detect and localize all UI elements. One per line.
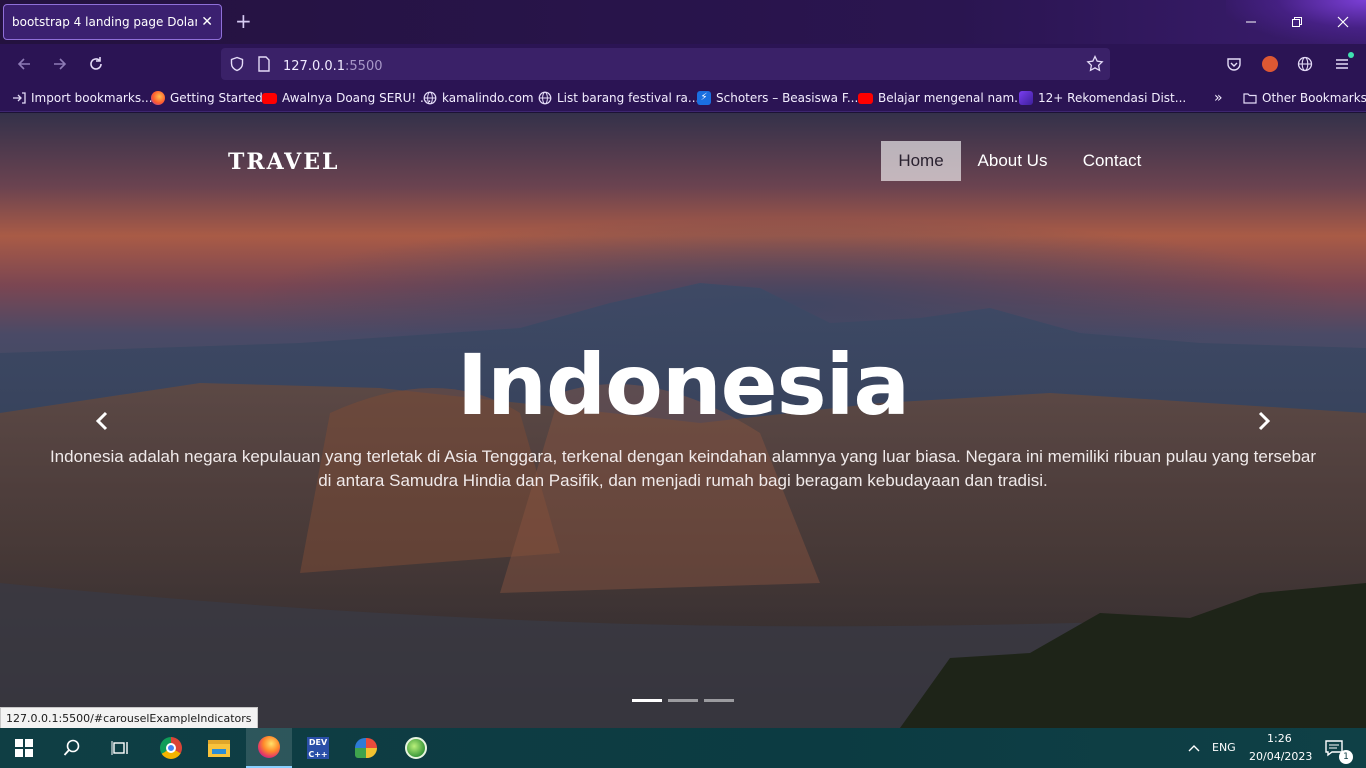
bookmark-label: Schoters – Beasiswa F... (716, 91, 859, 105)
bookmark-import[interactable]: Import bookmarks... (12, 89, 153, 107)
globe-extension-icon[interactable] (1293, 52, 1317, 76)
url-host: 127.0.0.1 (283, 58, 346, 74)
url-text[interactable]: 127.0.0.1:5500 (283, 55, 383, 74)
taskbar-devc[interactable]: DEV C++ (296, 728, 340, 768)
carousel-indicator-1[interactable] (632, 699, 662, 702)
show-hidden-icons-button[interactable] (1183, 728, 1205, 768)
app-icon (405, 737, 427, 759)
chevron-up-icon (1188, 745, 1200, 752)
link-status-bar: 127.0.0.1:5500/#carouselExampleIndicator… (0, 707, 258, 729)
taskbar-paint[interactable] (344, 728, 388, 768)
firefox-icon (258, 736, 280, 758)
youtube-icon (262, 92, 277, 104)
bookmark-label: Import bookmarks... (31, 91, 153, 105)
forward-button[interactable] (48, 52, 72, 76)
taskbar-app[interactable] (394, 728, 438, 768)
hero-description-line-2: di antara Samudra Hindia dan Pasifik, da… (318, 471, 1048, 490)
search-icon (63, 739, 80, 756)
chevron-double-right-icon: » (1214, 90, 1223, 106)
back-arrow-icon (17, 58, 30, 70)
schoters-icon: ⚡ (697, 91, 711, 105)
bookmark-label: List barang festival ra... (557, 91, 700, 105)
devc-icon: DEV C++ (307, 737, 329, 759)
firefox-icon (151, 91, 165, 105)
taskbar-search-button[interactable] (50, 728, 94, 768)
site-icon (1019, 91, 1033, 105)
brand-logo[interactable]: TRAVEL (228, 149, 339, 175)
notification-badge: 1 (1339, 750, 1353, 764)
minimize-icon (1246, 21, 1256, 23)
start-button[interactable] (2, 728, 46, 768)
address-bar[interactable]: 127.0.0.1:5500 (221, 48, 1110, 80)
taskbar-chrome[interactable] (149, 728, 193, 768)
reload-button[interactable] (84, 52, 108, 76)
minimize-button[interactable] (1228, 0, 1274, 44)
windows-start-icon (15, 739, 33, 757)
tab-close-icon[interactable]: ✕ (201, 14, 213, 30)
file-explorer-icon (208, 739, 230, 757)
nav-about-us[interactable]: About Us (966, 141, 1059, 181)
menu-icon[interactable] (1330, 52, 1354, 76)
other-bookmarks[interactable]: Other Bookmarks (1243, 89, 1366, 107)
nav-contact[interactable]: Contact (1067, 141, 1157, 181)
restore-icon (1292, 17, 1302, 27)
url-port: :5500 (345, 58, 383, 74)
hero-headline: Indonesia (456, 336, 910, 434)
bookmark-kamalindo[interactable]: kamalindo.com (423, 89, 534, 107)
bookmark-star-icon[interactable] (1086, 54, 1104, 73)
hero-carousel: TRAVEL Home About Us Contact Indonesia I… (0, 113, 1366, 728)
taskbar-firefox[interactable] (246, 728, 292, 768)
bookmark-list-barang[interactable]: List barang festival ra... (538, 89, 699, 107)
restore-button[interactable] (1274, 0, 1320, 44)
carousel-indicator-3[interactable] (704, 699, 734, 702)
folder-icon (1243, 91, 1257, 105)
youtube-icon (858, 92, 873, 104)
close-icon (1337, 16, 1349, 28)
forward-arrow-icon (54, 58, 67, 70)
bookmarks-overflow-button[interactable]: » (1214, 89, 1223, 107)
hero-description-line-1: Indonesia adalah negara kepulauan yang t… (49, 447, 1317, 466)
clock-date[interactable]: 20/04/2023 (1249, 750, 1312, 763)
bookmark-getting-started[interactable]: Getting Started (151, 89, 263, 107)
bookmark-youtube-2[interactable]: Belajar mengenal nam... (858, 89, 1026, 107)
task-view-icon (111, 741, 128, 755)
back-button[interactable] (12, 52, 36, 76)
windows-taskbar: DEV C++ ENG 1:26 20/04/2023 1 (0, 728, 1366, 768)
hero-description: Indonesia adalah negara kepulauan yang t… (0, 445, 1366, 493)
duckduckgo-extension-icon[interactable] (1258, 52, 1282, 76)
bookmarks-toolbar: Import bookmarks... Getting Started Awal… (0, 84, 1366, 112)
language-indicator[interactable]: ENG (1212, 741, 1236, 754)
taskbar-file-explorer[interactable] (197, 728, 241, 768)
globe-icon (423, 91, 437, 105)
tab-strip: bootstrap 4 landing page Dolan Yuk ✕ + (0, 0, 1366, 44)
bookmark-label: kamalindo.com (442, 91, 534, 105)
paint-icon (355, 738, 377, 758)
page-icon[interactable] (257, 56, 271, 72)
other-bookmarks-label: Other Bookmarks (1262, 91, 1366, 105)
new-tab-button[interactable]: + (235, 10, 252, 32)
tab-title: bootstrap 4 landing page Dolan Yuk (12, 15, 197, 29)
navigation-toolbar: 127.0.0.1:5500 (0, 44, 1366, 84)
action-center-button[interactable]: 1 (1314, 728, 1354, 768)
nav-home[interactable]: Home (881, 141, 961, 181)
reload-icon (90, 57, 102, 70)
bookmark-youtube-1[interactable]: Awalnya Doang SERU! ... (262, 89, 431, 107)
bookmark-schoters[interactable]: ⚡ Schoters – Beasiswa F... (697, 89, 858, 107)
bookmark-label: Awalnya Doang SERU! ... (282, 91, 432, 105)
bookmark-label: Belajar mengenal nam... (878, 91, 1026, 105)
bookmark-label: 12+ Rekomendasi Dist... (1038, 91, 1187, 105)
clock-time[interactable]: 1:26 (1267, 732, 1292, 745)
close-window-button[interactable] (1320, 0, 1366, 44)
globe-icon (538, 91, 552, 105)
bookmark-rekomendasi[interactable]: 12+ Rekomendasi Dist... (1019, 89, 1186, 107)
browser-tab[interactable]: bootstrap 4 landing page Dolan Yuk ✕ (3, 4, 222, 40)
shield-icon[interactable] (229, 56, 245, 72)
task-view-button[interactable] (98, 728, 142, 768)
chrome-icon (160, 737, 182, 759)
pocket-icon[interactable] (1222, 52, 1246, 76)
carousel-indicator-2[interactable] (668, 699, 698, 702)
import-icon (12, 91, 26, 105)
bookmark-label: Getting Started (170, 91, 263, 105)
